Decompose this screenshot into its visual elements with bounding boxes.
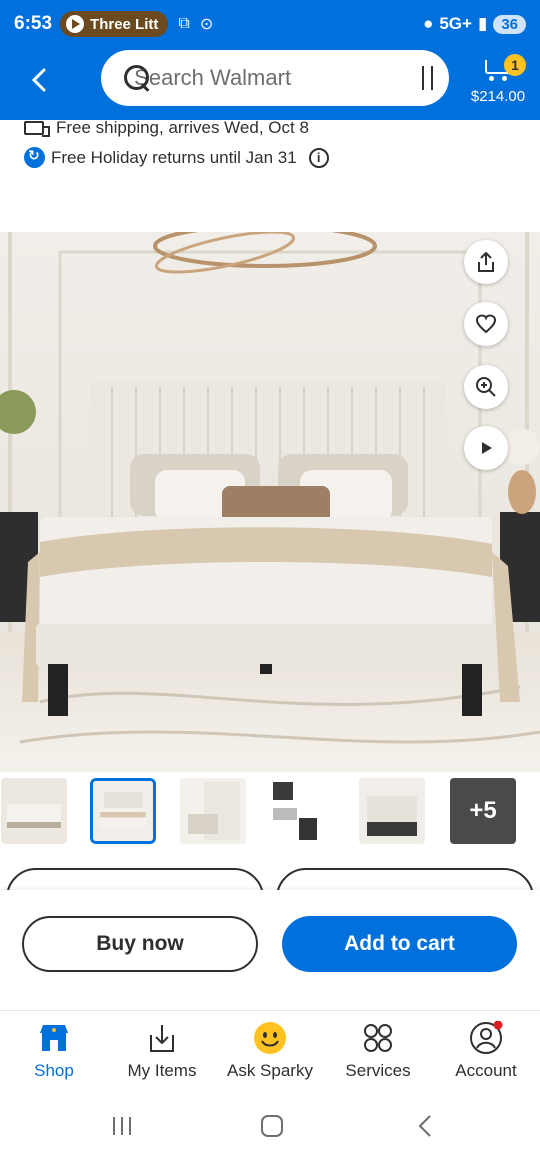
sparky-icon [253, 1021, 287, 1055]
screenshot-icon: ⧉ [178, 15, 190, 32]
thumbnail-4[interactable] [269, 778, 335, 844]
nav-account-label: Account [455, 1061, 517, 1080]
returns-row: Free Holiday returns until Jan 31 i [24, 147, 329, 168]
thumbnail-3[interactable] [180, 778, 246, 844]
delivery-row: Free shipping, arrives Wed, Oct 8 [24, 118, 309, 138]
nav-my-items-label: My Items [127, 1061, 197, 1080]
play-video-button[interactable] [464, 426, 508, 470]
media-playback-pill[interactable]: Three Litt [60, 11, 169, 37]
returns-icon [24, 147, 45, 168]
home-button[interactable] [260, 1114, 284, 1143]
back-arrow-icon [418, 1115, 431, 1137]
recent-apps-icon [113, 1117, 131, 1135]
nav-shop[interactable]: Shop [0, 1021, 108, 1081]
battery-badge: 36 [493, 14, 526, 34]
zoom-in-icon [476, 377, 496, 397]
play-icon [66, 15, 85, 33]
location-pin-icon: ⊙ [199, 16, 214, 33]
nav-ask-sparky-label: Ask Sparky [227, 1061, 313, 1080]
share-icon [478, 251, 494, 272]
cart-count-badge: 1 [504, 54, 526, 76]
favorite-button[interactable] [464, 302, 508, 346]
zoom-button[interactable] [464, 365, 508, 409]
bottom-navigation: Shop My Items Ask Sparky Services Accoun… [0, 1010, 540, 1098]
image-thumbnail-strip: +5 [0, 776, 540, 848]
nav-services[interactable]: Services [324, 1021, 432, 1081]
returns-text: Free Holiday returns until Jan 31 [51, 147, 297, 167]
more-images-thumbnail[interactable]: +5 [450, 778, 516, 844]
system-navigation-bar [0, 1098, 540, 1158]
thumbnail-1[interactable] [1, 778, 67, 844]
shop-icon [37, 1021, 71, 1055]
nav-account[interactable]: Account [432, 1020, 540, 1081]
play-icon [482, 442, 492, 454]
nav-my-items[interactable]: My Items [108, 1021, 216, 1081]
recent-apps-button[interactable] [110, 1114, 134, 1143]
services-icon [361, 1021, 395, 1055]
status-time: 6:53 [14, 13, 53, 34]
status-bar: 6:53 Three Litt ⧉ ⊙ ● 5G+ ▮ 36 [0, 0, 540, 48]
nav-services-label: Services [345, 1061, 411, 1080]
my-items-icon [145, 1021, 179, 1055]
nav-shop-label: Shop [34, 1061, 74, 1080]
buy-now-button[interactable]: Buy now [22, 916, 258, 972]
status-right: ● 5G+ ▮ 36 [423, 14, 526, 34]
info-icon[interactable]: i [308, 147, 329, 168]
chevron-left-icon [31, 68, 46, 92]
share-button[interactable] [464, 240, 508, 284]
search-input[interactable] [134, 65, 423, 91]
nav-ask-sparky[interactable]: Ask Sparky [216, 1021, 324, 1081]
location-icon: ● [423, 14, 434, 33]
signal-icon: ▮ [477, 14, 488, 33]
delivery-text: Free shipping, arrives Wed, Oct 8 [56, 118, 309, 137]
product-hero-image[interactable] [0, 232, 540, 772]
app-header: 1 $214.00 [0, 48, 540, 120]
media-title: Three Litt [90, 15, 159, 33]
thumbnail-5[interactable] [359, 778, 425, 844]
sticky-action-bar: Buy now Add to cart [0, 890, 540, 1010]
home-icon [261, 1115, 283, 1137]
barcode-scan-icon[interactable] [422, 66, 433, 90]
more-images-count: +5 [469, 797, 497, 824]
truck-icon [24, 121, 50, 137]
cart-total: $214.00 [470, 88, 526, 105]
add-to-cart-button[interactable]: Add to cart [282, 916, 517, 972]
search-icon [123, 64, 154, 92]
bed-illustration [0, 232, 540, 772]
heart-icon [475, 314, 497, 334]
product-page-screen: 6:53 Three Litt ⧉ ⊙ ● 5G+ ▮ 36 1 $214 [0, 0, 540, 1158]
system-back-button[interactable] [414, 1114, 438, 1143]
back-button[interactable] [24, 64, 56, 96]
network-label: 5G+ [439, 14, 472, 33]
account-icon [469, 1020, 503, 1055]
cart-button[interactable]: 1 $214.00 [468, 52, 528, 116]
search-bar[interactable] [101, 50, 449, 106]
thumbnail-2[interactable] [90, 778, 156, 844]
